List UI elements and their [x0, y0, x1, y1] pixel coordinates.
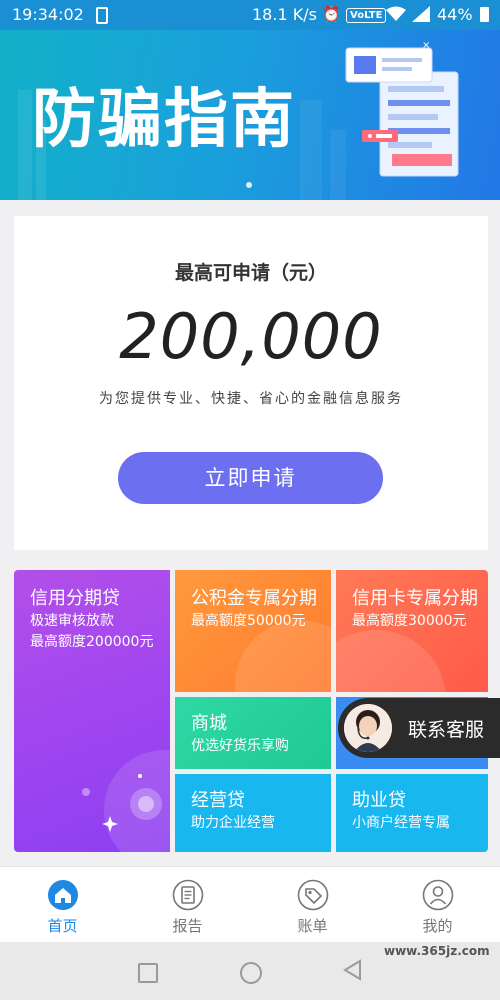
- service-agent-avatar: [344, 704, 392, 752]
- network-speed: 18.1 K/s: [252, 5, 317, 24]
- product-desc: 优选好货乐享购: [191, 738, 289, 754]
- product-limit: 最高额度50000元: [191, 613, 306, 629]
- wifi-icon: [386, 6, 406, 21]
- battery-percent: 44%: [437, 5, 473, 24]
- tab-label: 账单: [297, 917, 328, 935]
- product-title: 助业贷: [352, 790, 406, 811]
- banner-title: 防骗指南: [32, 83, 296, 157]
- product-title: 经营贷: [191, 790, 245, 811]
- recent-apps-icon[interactable]: [138, 963, 158, 983]
- product-title: 信用分期贷: [30, 588, 120, 609]
- watermark-text: www.365jz.com: [384, 944, 490, 958]
- product-limit: 最高额度200000元: [30, 634, 154, 650]
- volte-badge: VoLTE: [346, 8, 387, 23]
- product-title: 信用卡专属分期: [352, 588, 478, 609]
- tab-label: 首页: [47, 917, 78, 935]
- tab-profile[interactable]: 我的: [375, 867, 500, 943]
- status-time: 19:34:02: [12, 5, 84, 24]
- banner-page-indicator[interactable]: [246, 182, 252, 188]
- product-desc: 助力企业经营: [191, 815, 275, 831]
- anti-fraud-banner[interactable]: 防骗指南 ×: [0, 30, 500, 200]
- tab-label: 我的: [422, 917, 453, 935]
- contact-service-label: 联系客服: [408, 719, 485, 741]
- max-amount-label: 最高可申请（元）: [174, 262, 327, 284]
- svg-text:×: ×: [422, 40, 430, 51]
- product-title: 公积金专属分期: [191, 588, 317, 609]
- product-credit-card-installment[interactable]: 信用卡专属分期 最高额度30000元: [336, 570, 488, 692]
- document-illustration-icon: ×: [345, 40, 459, 177]
- sparkle-decoration-icon: [82, 774, 162, 832]
- product-mall[interactable]: 商城 优选好货乐享购: [175, 697, 331, 769]
- product-merchant-loan[interactable]: 助业贷 小商户经营专属: [336, 774, 488, 852]
- home-icon: [48, 880, 78, 910]
- profile-icon: [422, 879, 454, 911]
- product-credit-installment[interactable]: 信用分期贷 极速审核放款 最高额度200000元: [14, 570, 170, 852]
- contact-service-button[interactable]: 联系客服: [338, 698, 500, 758]
- product-business-loan[interactable]: 经营贷 助力企业经营: [175, 774, 331, 852]
- service-slogan: 为您提供专业、快捷、省心的金融信息服务: [99, 391, 403, 407]
- status-bar: 19:34:02 18.1 K/s ⏰ VoLTE 44%: [0, 0, 500, 30]
- battery-icon: [480, 7, 489, 22]
- product-desc: 小商户经营专属: [352, 815, 450, 831]
- loan-apply-card: 最高可申请（元） 200,000 为您提供专业、快捷、省心的金融信息服务 立即申…: [14, 216, 488, 550]
- apply-now-button[interactable]: 立即申请: [118, 452, 383, 504]
- product-title: 商城: [191, 713, 227, 734]
- tab-report[interactable]: 报告: [125, 867, 250, 943]
- sim-icon: [96, 7, 108, 24]
- product-limit: 最高额度30000元: [352, 613, 467, 629]
- signal-icon: [412, 6, 430, 22]
- tab-bill[interactable]: 账单: [250, 867, 375, 943]
- product-desc: 极速审核放款: [30, 613, 114, 629]
- home-button-icon[interactable]: [240, 962, 262, 984]
- max-amount-value: 200,000: [119, 300, 383, 373]
- bottom-nav: 首页 报告 账单 我的: [0, 866, 500, 943]
- bill-tag-icon: [297, 879, 329, 911]
- product-housing-fund-installment[interactable]: 公积金专属分期 最高额度50000元: [175, 570, 331, 692]
- report-icon: [172, 879, 204, 911]
- alarm-icon: ⏰: [322, 5, 341, 23]
- tab-home[interactable]: 首页: [0, 867, 125, 943]
- back-icon[interactable]: [342, 959, 362, 981]
- tab-label: 报告: [172, 917, 203, 935]
